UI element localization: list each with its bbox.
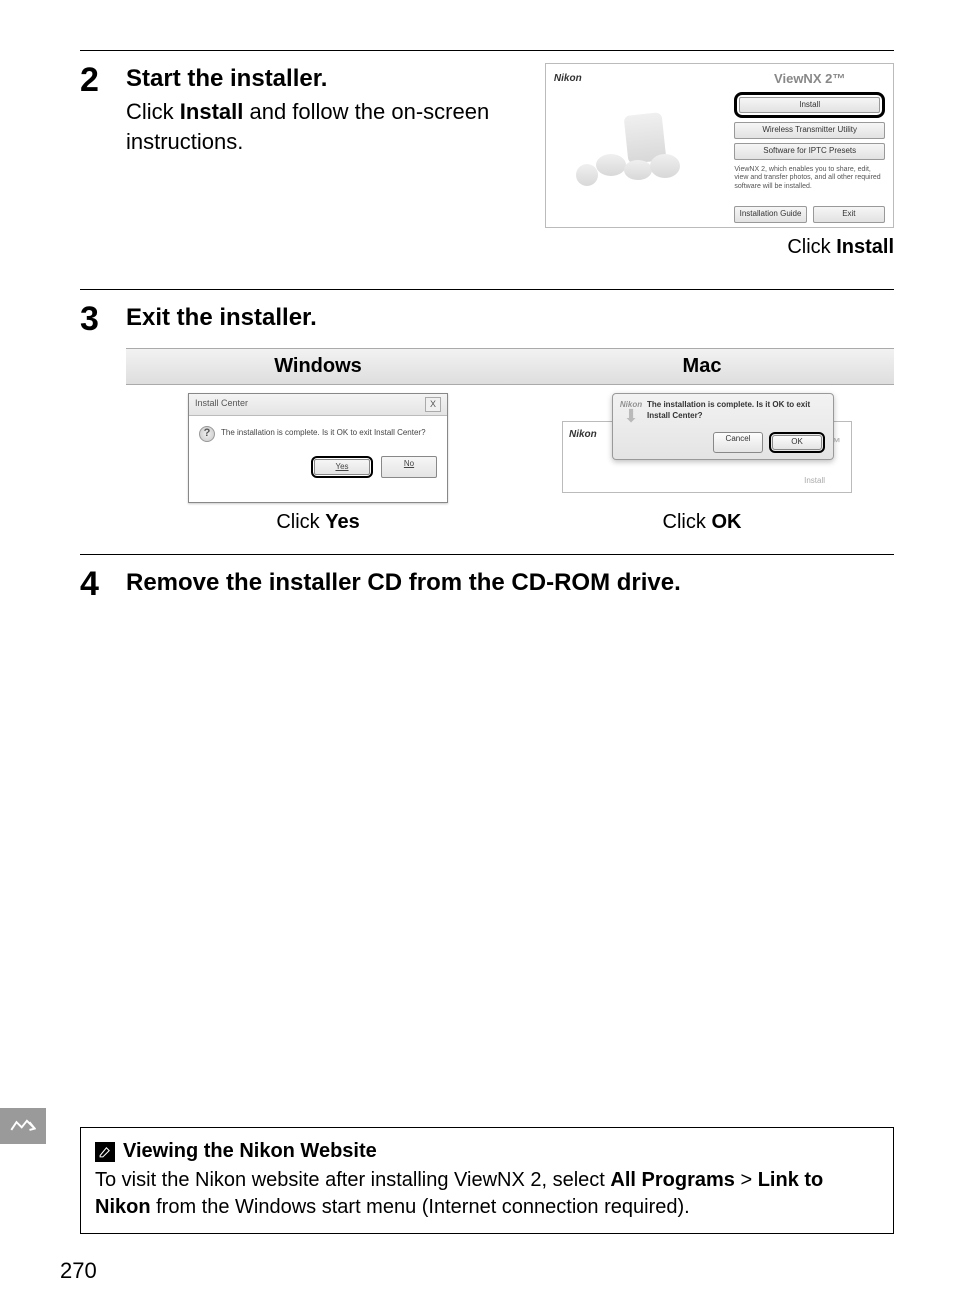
ok-button[interactable]: OK	[772, 435, 822, 450]
installer-panel: Nikon ViewNX 2™ Install	[545, 63, 894, 228]
app-icon: Nikon ⬇	[621, 400, 641, 434]
step-number: 4	[80, 567, 126, 601]
step-title: Exit the installer.	[126, 302, 894, 334]
tip-box: Viewing the Nikon Website To visit the N…	[80, 1127, 894, 1234]
install-button-highlight: Install	[734, 92, 885, 119]
side-tab-icon	[0, 1108, 46, 1144]
nikon-logo: Nikon	[569, 428, 597, 442]
mac-caption: Click OK	[663, 509, 742, 536]
step-body: Start the installer. Click Install and f…	[126, 63, 894, 271]
dialog-title: Install Center	[195, 397, 248, 411]
installer-description: ViewNX 2, which enables you to share, ed…	[734, 166, 885, 206]
windows-dialog: Install Center X ? The installation is c…	[188, 393, 448, 503]
yes-button[interactable]: Yes	[314, 459, 370, 476]
step-title: Start the installer.	[126, 63, 525, 95]
question-icon: ?	[199, 426, 215, 442]
no-button[interactable]: No	[381, 456, 437, 479]
installer-title: ViewNX 2™	[734, 70, 885, 88]
tip-title-text: Viewing the Nikon Website	[123, 1138, 377, 1165]
windows-caption: Click Yes	[276, 509, 359, 536]
page-number: 270	[60, 1258, 97, 1284]
cancel-button[interactable]: Cancel	[713, 432, 763, 453]
mac-header: Mac	[510, 348, 894, 385]
wireless-button[interactable]: Wireless Transmitter Utility	[734, 122, 885, 139]
yes-button-highlight: Yes	[311, 456, 373, 479]
note-icon	[95, 1142, 115, 1162]
mac-dialog: Nikon ⬇ The installation is complete. Is…	[612, 393, 834, 459]
step-number: 2	[80, 63, 126, 97]
step-text: Click Install and follow the on-screen i…	[126, 97, 525, 156]
step-body: Remove the installer CD from the CD-ROM …	[126, 567, 894, 601]
decorative-art	[576, 124, 716, 217]
ok-button-highlight: OK	[769, 432, 825, 453]
step-body: Exit the installer. Windows Install Cent…	[126, 302, 894, 536]
install-caption: Click Install	[545, 234, 894, 261]
install-button[interactable]: Install	[739, 97, 880, 114]
windows-column: Windows Install Center X ? The installat…	[126, 348, 510, 536]
step-3: 3 Exit the installer. Windows Install Ce…	[80, 289, 894, 536]
guide-button[interactable]: Installation Guide	[734, 206, 806, 223]
dialog-message: The installation is complete. Is it OK t…	[647, 400, 825, 422]
nikon-logo: Nikon	[554, 73, 582, 84]
mac-column: Mac Nikon NX 2™ Install Nikon ⬇	[510, 348, 894, 536]
step-title: Remove the installer CD from the CD-ROM …	[126, 567, 894, 599]
step-number: 3	[80, 302, 126, 336]
exit-button[interactable]: Exit	[813, 206, 885, 223]
iptc-button[interactable]: Software for IPTC Presets	[734, 143, 885, 160]
close-icon[interactable]: X	[425, 397, 441, 411]
step-2: 2 Start the installer. Click Install and…	[80, 50, 894, 271]
tip-body: To visit the Nikon website after install…	[95, 1167, 879, 1221]
bg-install-text: Install	[804, 476, 825, 487]
step-4: 4 Remove the installer CD from the CD-RO…	[80, 554, 894, 601]
dialog-message: The installation is complete. Is it OK t…	[221, 428, 426, 439]
windows-header: Windows	[126, 348, 510, 385]
